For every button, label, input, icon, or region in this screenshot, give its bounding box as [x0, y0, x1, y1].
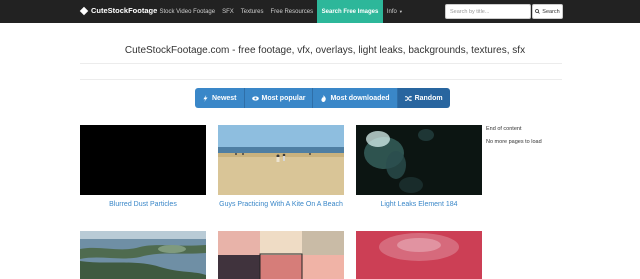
nav-item-free-resources[interactable]: Free Resources: [267, 0, 317, 23]
newest-label: Newest: [212, 94, 237, 102]
fire-icon: [321, 94, 327, 102]
sort-button-group: Newest Most popular Most downloaded Rand…: [195, 88, 450, 108]
thumbnail-red-texture[interactable]: [356, 231, 482, 279]
item-title-link[interactable]: Blurred Dust Particles: [77, 200, 209, 209]
most-popular-button[interactable]: Most popular: [244, 88, 314, 108]
nav-item-search-free-images[interactable]: Search Free Images: [316, 0, 384, 23]
most-downloaded-button[interactable]: Most downloaded: [313, 88, 398, 108]
top-navbar: CuteStockFootage Stock Video Footage SFX…: [0, 0, 640, 23]
thumbnail-lake-aerial[interactable]: [80, 231, 206, 279]
thumbnail-color-palette[interactable]: [218, 231, 344, 279]
thumbnail-blurred-dust-particles[interactable]: [80, 125, 206, 195]
random-button[interactable]: Random: [397, 88, 450, 108]
item-title-link[interactable]: Light Leaks Element 184: [353, 200, 485, 209]
search-input[interactable]: [445, 4, 531, 19]
random-label: Random: [414, 94, 443, 102]
brand-name: CuteStockFootage: [91, 6, 158, 15]
no-more-pages-text: No more pages to load: [486, 139, 542, 145]
red-texture-image: [356, 231, 482, 279]
brand-logo-icon: [79, 6, 89, 15]
most-popular-label: Most popular: [261, 94, 306, 102]
palette-image: [218, 231, 344, 279]
page-title: CuteStockFootage.com - free footage, vfx…: [124, 45, 526, 56]
light-leaks-image: [356, 125, 482, 195]
bolt-icon: [203, 94, 208, 102]
caret-down-icon: ▼: [398, 9, 403, 14]
newest-button[interactable]: Newest: [195, 88, 245, 108]
search-icon: [535, 9, 541, 14]
most-downloaded-label: Most downloaded: [330, 94, 390, 102]
eye-icon: [251, 95, 259, 101]
nav-item-info-dropdown[interactable]: Info ▼: [383, 0, 406, 23]
search-button-label: Search: [542, 8, 560, 15]
search-button[interactable]: Search: [532, 4, 563, 19]
shuffle-icon: [404, 95, 412, 101]
nav-item-stock-video-footage[interactable]: Stock Video Footage: [156, 0, 219, 23]
divider-bottom: [80, 79, 562, 80]
brand-link[interactable]: CuteStockFootage: [79, 6, 158, 15]
nav-item-textures[interactable]: Textures: [237, 0, 267, 23]
lake-image: [80, 231, 206, 279]
thumbnail-light-leaks-element-184[interactable]: [356, 125, 482, 195]
nav-links: Stock Video Footage SFX Textures Free Re…: [156, 0, 406, 23]
nav-item-sfx[interactable]: SFX: [219, 0, 238, 23]
item-title-link[interactable]: Guys Practicing With A Kite On A Beach: [215, 200, 347, 209]
thumbnail-kite-beach[interactable]: [218, 125, 344, 195]
beach-image: [218, 125, 344, 195]
end-of-content-text: End of content: [486, 126, 522, 132]
nav-item-info-label: Info: [386, 8, 397, 15]
divider-top: [80, 63, 562, 64]
